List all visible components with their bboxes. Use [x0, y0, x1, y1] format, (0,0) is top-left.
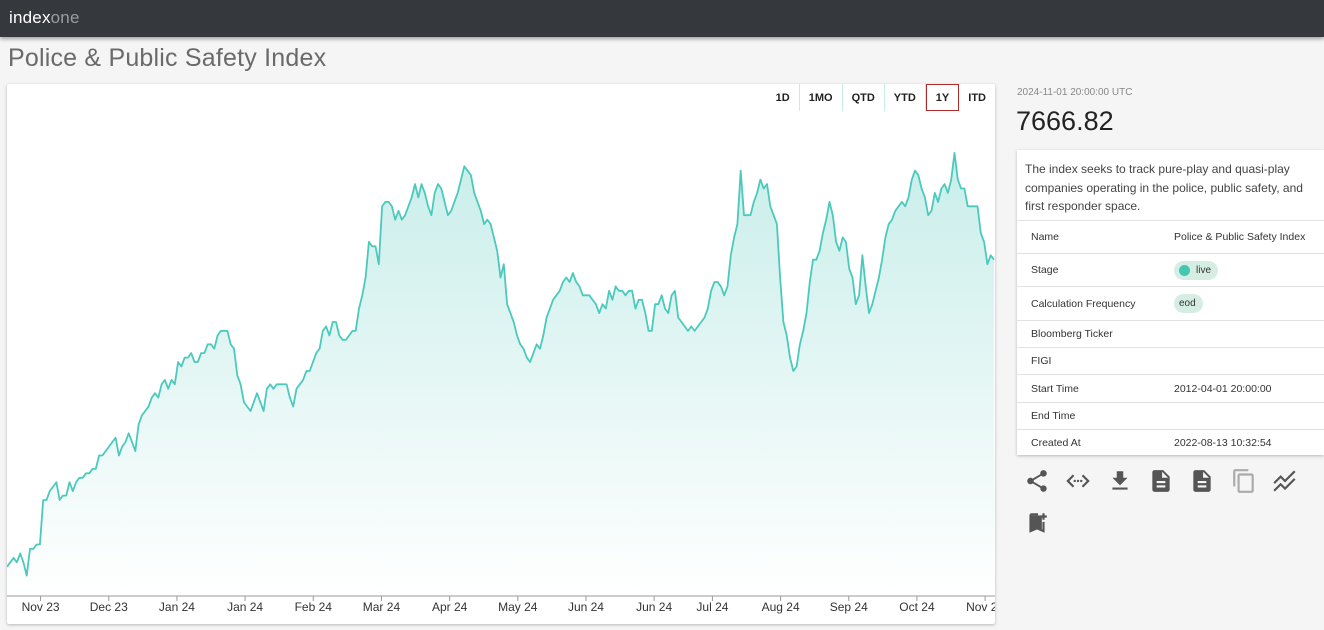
x-axis-tick-label: Sep 24: [830, 600, 868, 614]
index-value: 7666.82: [1016, 106, 1114, 136]
info-value: [1174, 321, 1324, 348]
copy-button[interactable]: [1231, 468, 1257, 494]
x-axis-tick-label: Jun 24: [568, 600, 604, 614]
info-row-created-at: Created At 2022-08-13 10:32:54: [1017, 429, 1324, 457]
bookmark-add-icon: [1029, 513, 1047, 533]
page-title: Police & Public Safety Index: [8, 44, 327, 72]
stage-badge: live: [1174, 260, 1219, 280]
index-description: The index seeks to track pure-play and q…: [1025, 162, 1303, 213]
info-label: Start Time: [1031, 382, 1079, 395]
info-row-name: Name Police & Public Safety Index: [1017, 220, 1324, 254]
range-button-qtd[interactable]: QTD: [843, 84, 885, 111]
info-row-end-time: End Time: [1017, 402, 1324, 430]
info-table: Name Police & Public Safety Index Stage …: [1017, 220, 1324, 457]
brand-logo[interactable]: indexone: [9, 8, 80, 28]
download-icon: [1112, 471, 1128, 490]
info-label: Created At: [1031, 437, 1081, 450]
info-label: Stage: [1031, 264, 1059, 276]
info-label: FIGI: [1031, 355, 1052, 367]
info-value: Police & Public Safety Index: [1174, 231, 1306, 243]
info-value: 2022-08-13 10:32:54: [1174, 437, 1272, 450]
document-icon: [1193, 470, 1211, 492]
info-row-calc-frequency: Calculation Frequency eod: [1017, 286, 1324, 321]
range-button-1d[interactable]: 1D: [767, 84, 800, 111]
brand-primary: index: [9, 8, 51, 27]
info-row-start-time: Start Time 2012-04-01 20:00:00: [1017, 374, 1324, 403]
chart-card: Nov 23 Dec 23 Jan 24 Jan 24 Feb 24 Mar 24 Apr …: [7, 84, 995, 624]
x-axis-tick-label: Jun 24: [636, 600, 672, 614]
range-button-1mo[interactable]: 1MO: [800, 84, 843, 111]
x-axis-tick-label: Apr 24: [432, 600, 468, 614]
range-button-ytd[interactable]: YTD: [885, 84, 926, 111]
chart-area-fill: [7, 152, 994, 596]
copy-icon: [1233, 469, 1254, 493]
brand-secondary: one: [50, 8, 80, 27]
x-axis-tick-label: Oct 24: [899, 600, 935, 614]
info-row-stage: Stage live: [1017, 253, 1324, 287]
frequency-badge: eod: [1174, 294, 1203, 313]
live-dot-icon: [1179, 264, 1190, 276]
range-button-1y[interactable]: 1Y: [925, 84, 960, 111]
x-axis-tick-label: Dec 23: [90, 600, 128, 614]
info-value: 2012-04-01 20:00:00: [1174, 382, 1272, 395]
bookmark-button[interactable]: [1024, 510, 1050, 536]
embed-button[interactable]: [1065, 468, 1091, 494]
info-card: The index seeks to track pure-play and q…: [1017, 150, 1324, 455]
info-row-figi: FIGI: [1017, 347, 1324, 375]
stage-badge-label: live: [1196, 264, 1212, 276]
index-chart: Nov 23 Dec 23 Jan 24 Jan 24 Feb 24 Mar 24 Apr …: [7, 152, 995, 614]
compare-chart-icon: [1273, 470, 1296, 492]
info-label: Bloomberg Ticker: [1031, 328, 1113, 340]
info-value: [1174, 403, 1324, 430]
x-axis-tick-label: Nov 23: [22, 600, 60, 614]
info-label: End Time: [1031, 410, 1076, 422]
share-icon: [1027, 470, 1047, 492]
x-axis-tick-label: May 24: [498, 600, 538, 614]
top-bar: indexone: [0, 0, 1324, 37]
embed-code-icon: [1066, 474, 1090, 488]
x-axis-tick-label: Nov 24: [966, 600, 995, 614]
x-axis-tick-label: Mar 24: [363, 600, 401, 614]
document-icon: [1152, 470, 1170, 492]
value-timestamp: 2024-11-01 20:00:00 UTC: [1017, 87, 1133, 98]
range-button-itd[interactable]: ITD: [959, 84, 995, 111]
compare-button[interactable]: [1272, 468, 1298, 494]
x-axis-tick-label: Aug 24: [762, 600, 800, 614]
range-selector: 1D 1MO QTD YTD 1Y ITD: [767, 84, 995, 111]
info-row-bloomberg-ticker: Bloomberg Ticker: [1017, 320, 1324, 348]
x-axis-tick-label: Jul 24: [696, 600, 728, 614]
info-label: Calculation Frequency: [1031, 297, 1136, 310]
x-axis-tick-label: Feb 24: [295, 600, 333, 614]
x-axis-tick-label: Jan 24: [159, 600, 195, 614]
info-label: Name: [1031, 231, 1060, 243]
factsheet-button[interactable]: [1148, 468, 1174, 494]
share-button[interactable]: [1024, 468, 1050, 494]
methodology-button[interactable]: [1189, 468, 1215, 494]
info-value: [1174, 348, 1324, 375]
x-axis-tick-label: Jan 24: [227, 600, 263, 614]
download-button[interactable]: [1107, 468, 1133, 494]
